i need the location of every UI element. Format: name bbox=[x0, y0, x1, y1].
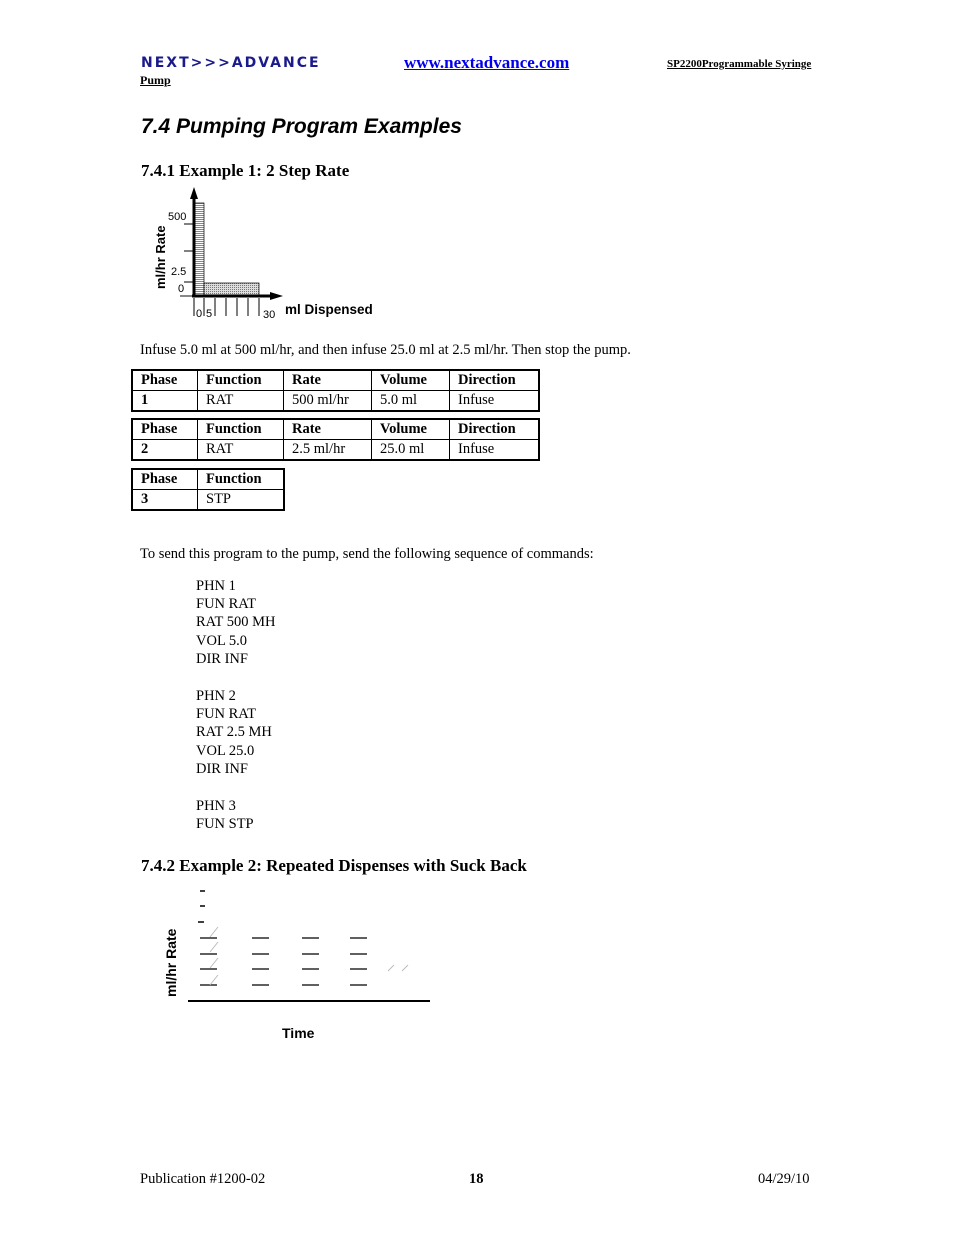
command-block-3: PHN 3 FUN STP bbox=[196, 797, 254, 833]
example2-title: 7.4.2 Example 2: Repeated Dispenses with… bbox=[141, 856, 527, 875]
command-line: RAT 2.5 MH bbox=[196, 724, 272, 741]
phase3-table: Phase Function 3 STP bbox=[131, 468, 285, 511]
x-axis-label: Time bbox=[282, 1025, 315, 1041]
cell: 5.0 ml bbox=[371, 390, 450, 412]
header-cell: Function bbox=[197, 369, 284, 391]
cell: RAT bbox=[197, 439, 284, 461]
cell: Infuse bbox=[449, 439, 540, 461]
cell: STP bbox=[197, 489, 285, 511]
header-cell: Phase bbox=[131, 418, 198, 440]
cell: RAT bbox=[197, 390, 284, 412]
command-line: FUN RAT bbox=[196, 706, 257, 723]
command-line: RAT 500 MH bbox=[196, 614, 276, 631]
command-block-1: PHN 1 FUN RAT RAT 500 MH VOL 5.0 DIR INF bbox=[196, 577, 276, 668]
example1-chart: 500 2.5 0 0 5 30 ml Dispensed ml/hr Rate bbox=[153, 187, 373, 321]
page-number: 18 bbox=[469, 1171, 484, 1187]
section-title: 7.4 Pumping Program Examples bbox=[141, 115, 462, 138]
command-line: FUN STP bbox=[196, 816, 254, 833]
cell: 500 ml/hr bbox=[283, 390, 372, 412]
cell: Infuse bbox=[449, 390, 540, 412]
publication-number: Publication #1200-02 bbox=[140, 1171, 266, 1187]
command-line: VOL 25.0 bbox=[196, 742, 255, 759]
header-cell: Volume bbox=[371, 418, 450, 440]
cell: 2.5 ml/hr bbox=[283, 439, 372, 461]
command-block-2: PHN 2 FUN RAT RAT 2.5 MH VOL 25.0 DIR INF bbox=[196, 687, 272, 778]
header-cell: Rate bbox=[283, 369, 372, 391]
document-page: NEXT>>>ADVANCE Pump www.nextadvance.com … bbox=[0, 0, 954, 1235]
bar-phase2 bbox=[203, 282, 260, 297]
cell: 3 bbox=[131, 489, 198, 511]
ytick-2.5: 2.5 bbox=[171, 266, 186, 278]
x-axis-label: ml Dispensed bbox=[285, 302, 373, 317]
example1-title: 7.4.1 Example 1: 2 Step Rate bbox=[141, 161, 350, 180]
header-cell: Direction bbox=[449, 418, 540, 440]
xtick-0: 0 bbox=[196, 308, 202, 320]
header-cell: Direction bbox=[449, 369, 540, 391]
command-line: PHN 2 bbox=[196, 688, 236, 704]
y-axis-label: ml/hr Rate bbox=[153, 225, 168, 289]
phase2-table: Phase Function Rate Volume Direction 2 RAT 2.5… bbox=[131, 418, 540, 461]
command-line: PHN 3 bbox=[196, 798, 236, 814]
header-cell: Phase bbox=[131, 468, 198, 490]
ytick-500: 500 bbox=[168, 211, 186, 223]
command-line: DIR INF bbox=[196, 760, 248, 777]
header-cell: Phase bbox=[131, 369, 198, 391]
send-instructions: To send this program to the pump, send t… bbox=[140, 546, 594, 562]
header-cell: Rate bbox=[283, 418, 372, 440]
cell: 1 bbox=[131, 390, 198, 412]
command-line: FUN RAT bbox=[196, 596, 257, 613]
nextadvance-logo: NEXT>>>ADVANCE bbox=[141, 55, 321, 71]
xtick-30: 30 bbox=[263, 309, 275, 321]
command-line: PHN 1 bbox=[196, 578, 236, 594]
header-cell: Function bbox=[197, 418, 284, 440]
example2-chart: Time ml/hr Rate bbox=[163, 890, 430, 1041]
ytick-0: 0 bbox=[178, 283, 184, 295]
y-axis-label: ml/hr Rate bbox=[163, 928, 179, 997]
cell: 25.0 ml bbox=[371, 439, 450, 461]
command-line: VOL 5.0 bbox=[196, 632, 248, 649]
xtick-5: 5 bbox=[206, 308, 212, 320]
header-product: SP2200Programmable Syringe bbox=[667, 58, 812, 70]
cell: 2 bbox=[131, 439, 198, 461]
website-link[interactable]: www.nextadvance.com bbox=[404, 53, 569, 73]
publication-date: 04/29/10 bbox=[758, 1171, 810, 1187]
header-product-continued: Pump bbox=[140, 73, 171, 87]
header-cell: Volume bbox=[371, 369, 450, 391]
phase1-table: Phase Function Rate Volume Direction 1 RAT 500… bbox=[131, 369, 540, 412]
header-cell: Function bbox=[197, 468, 285, 490]
example1-description: Infuse 5.0 ml at 500 ml/hr, and then inf… bbox=[140, 342, 631, 358]
command-line: DIR INF bbox=[196, 650, 248, 667]
